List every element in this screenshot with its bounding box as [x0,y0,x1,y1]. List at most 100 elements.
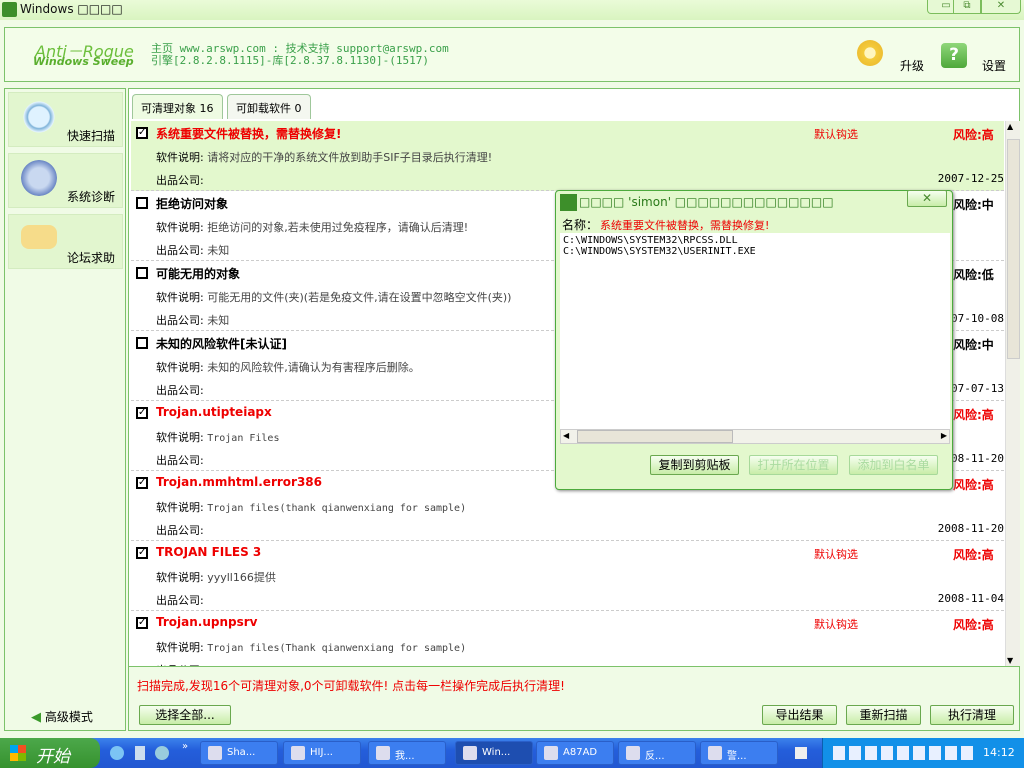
item-checkbox[interactable]: ✓ [136,407,148,419]
taskbar-task[interactable]: 反... [618,741,696,765]
item-company: 出品公司: [156,452,204,468]
restore-button[interactable]: ⧉ [953,0,981,14]
desc-value: 可能无用的文件(夹)(若是免疫文件,请在设置中忽略空文件(夹)) [207,291,512,304]
taskbar-task[interactable]: Sha... [200,741,278,765]
company-label: 出品公司: [156,594,204,607]
clock: 14:12 [983,746,1015,759]
item-company: 出品公司: [156,382,204,398]
desc-label: 软件说明: [156,361,204,374]
item-name: Trojan.utipteiapx [156,405,272,419]
sidebar-item-quick-scan[interactable]: 快速扫描 [8,92,123,147]
close-button[interactable]: ✕ [981,0,1021,14]
chat-icon [21,225,57,249]
dialog-title: □□□□ 'simon' □□□□□□□□□□□□□□ [579,195,834,209]
file-path[interactable]: C:\WINDOWS\SYSTEM32\RPCSS.DLL [563,235,947,246]
item-checkbox[interactable] [136,267,148,279]
list-item[interactable]: ✓ 系统重要文件被替换，需替换修复! 软件说明: 请将对应的干净的系统文件放到助… [131,121,1004,191]
scroll-thumb[interactable] [1007,139,1020,359]
file-list: C:\WINDOWS\SYSTEM32\RPCSS.DLL C:\WINDOWS… [560,233,950,429]
scroll-up-icon[interactable]: ▲ [1007,122,1013,131]
item-checkbox[interactable]: ✓ [136,547,148,559]
ie-quicklaunch-icon[interactable] [110,746,124,760]
taskbar-task[interactable]: Win... [455,741,533,765]
scroll-down-icon[interactable]: ▼ [1007,656,1013,665]
name-value: 系统重要文件被替换，需替换修复! [600,219,770,232]
vertical-scrollbar[interactable]: ▲ ▼ [1005,121,1020,666]
app-icon [2,2,17,17]
keyboard-icon[interactable] [795,747,807,759]
help-icon[interactable]: ? [941,43,967,68]
item-checkbox[interactable] [136,197,148,209]
task-app-icon [208,746,222,760]
risk-level: 风险:高 [953,548,994,562]
quicklaunch-more-icon[interactable]: » [182,741,188,752]
system-tray: 14:12 [822,738,1024,768]
list-item[interactable]: ✓ TROJAN FILES 3 软件说明: yyyll166提供 出品公司: … [131,541,1004,611]
company-label: 出品公司: [156,454,204,467]
tab-cleanable[interactable]: 可清理对象 16 [132,94,223,119]
dialog-close-button[interactable]: ✕ [907,190,947,207]
risk-level: 风险:高 [953,128,994,142]
item-description: 软件说明: 未知的风险软件,请确认为有害程序后删除。 [156,359,420,375]
file-path[interactable]: C:\WINDOWS\SYSTEM32\USERINIT.EXE [563,246,947,257]
quicklaunch-icon[interactable] [135,746,145,760]
open-location-button[interactable]: 打开所在位置 [749,455,838,475]
item-name: 未知的风险软件[未认证] [156,337,287,351]
desc-value: Trojan files(thank qianwenxiang for samp… [207,503,467,514]
default-checked-label: 默认钩选 [814,548,858,561]
company-label: 出品公司: [156,384,204,397]
hscroll-thumb[interactable] [577,430,733,443]
header: Anti－Rogue Windows Sweep 主页 www.arswp.co… [4,27,1020,82]
quicklaunch-icon[interactable] [155,746,169,760]
taskbar-task[interactable]: 警... [700,741,778,765]
item-checkbox[interactable] [136,337,148,349]
sidebar-item-forum[interactable]: 论坛求助 [8,214,123,269]
engine-version: 引擎[2.8.2.8.1115]-库[2.8.37.8.1130]-(1517) [151,54,430,67]
desc-label: 软件说明: [156,291,204,304]
advanced-mode-button[interactable]: ◀ 高级模式 [31,708,93,725]
taskbar-task[interactable]: A87AD [536,741,614,765]
dialog-app-icon [560,194,577,211]
item-name: TROJAN FILES 3 [156,545,262,559]
upgrade-gear-icon[interactable] [857,40,883,66]
add-whitelist-button[interactable]: 添加到白名单 [849,455,938,475]
windows-logo-icon [10,745,26,761]
rescan-button[interactable]: 重新扫描 [846,705,921,725]
desc-value: yyyll166提供 [207,571,276,584]
tab-uninstallable[interactable]: 可卸载软件 0 [227,94,311,119]
tray-icons[interactable] [833,746,973,760]
default-checked-label: 默认钩选 [814,128,858,141]
sidebar-item-label: 系统诊断 [67,190,116,204]
scroll-left-icon[interactable]: ◀ [563,431,569,440]
title-bar: Windows □□□□ ▭ ⧉ ✕ [0,0,1024,20]
item-description: 软件说明: Trojan Files [156,429,279,445]
item-name: Trojan.mmhtml.error386 [156,475,322,489]
company-label: 出品公司: [156,314,204,327]
item-company: 出品公司: [156,522,204,538]
list-item[interactable]: ✓ Trojan.upnpsrv 软件说明: Trojan files(Than… [131,611,1004,666]
task-app-icon [708,746,722,760]
item-description: 软件说明: Trojan files(Thank qianwenxiang fo… [156,639,466,655]
taskbar-task[interactable]: HIJ... [283,741,361,765]
desc-label: 软件说明: [156,221,204,234]
item-company: 出品公司: 未知 [156,312,229,328]
item-checkbox[interactable]: ✓ [136,477,148,489]
horizontal-scrollbar[interactable]: ◀ ▶ [560,429,950,444]
desc-value: Trojan Files [207,433,280,444]
item-checkbox[interactable]: ✓ [136,127,148,139]
item-checkbox[interactable]: ✓ [136,617,148,629]
clean-button[interactable]: 执行清理 [930,705,1014,725]
export-button[interactable]: 导出结果 [762,705,837,725]
item-date: 2008-11-04 [937,592,1004,605]
settings-button[interactable]: 设置 [982,57,1006,74]
select-all-button[interactable]: 选择全部... [139,705,231,725]
copy-to-clipboard-button[interactable]: 复制到剪贴板 [650,455,739,475]
scroll-right-icon[interactable]: ▶ [941,431,947,440]
sidebar-item-diagnose[interactable]: 系统诊断 [8,153,123,208]
desc-label: 软件说明: [156,571,204,584]
task-app-icon [291,746,305,760]
upgrade-button[interactable]: 升级 [900,57,924,74]
start-button[interactable]: 开始 [0,738,100,768]
risk-level: 风险:低 [953,268,994,282]
taskbar-task[interactable]: 我... [368,741,446,765]
